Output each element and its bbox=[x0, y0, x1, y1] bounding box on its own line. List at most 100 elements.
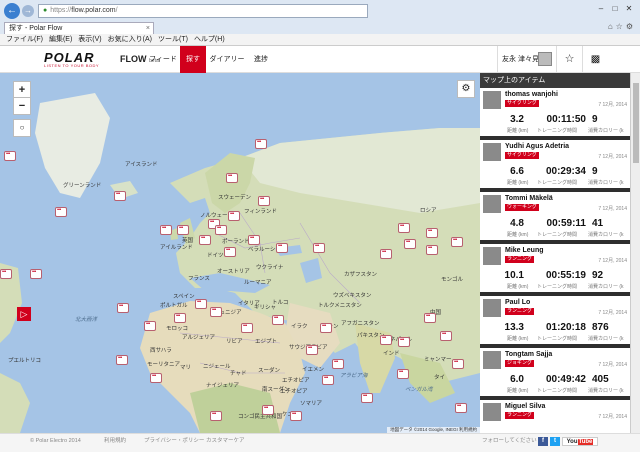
menu-edit[interactable]: 編集(E) bbox=[46, 34, 75, 46]
support-link[interactable]: カスタマーケア bbox=[206, 434, 245, 449]
messages-icon[interactable]: ▩ bbox=[582, 46, 608, 73]
twitter-icon[interactable]: t bbox=[550, 437, 560, 446]
nav-feed[interactable]: フィード bbox=[148, 46, 178, 73]
favorites-star-icon[interactable]: ☆ bbox=[556, 46, 582, 73]
user-menu[interactable]: 友永 津々見 bbox=[497, 46, 555, 73]
menu-file[interactable]: ファイル(F) bbox=[0, 34, 46, 46]
activity-marker[interactable] bbox=[226, 173, 238, 183]
activity-marker[interactable] bbox=[451, 237, 463, 247]
activity-card[interactable]: thomas wanjohi サイクリング 7 12月, 2014 3.2 00… bbox=[480, 88, 630, 140]
favorites-star-icon[interactable]: ☆ bbox=[616, 22, 626, 31]
locate-icon[interactable]: ○ bbox=[13, 119, 31, 137]
activity-marker[interactable] bbox=[144, 321, 156, 331]
nav-progress[interactable]: 進捗 bbox=[248, 46, 274, 73]
address-bar[interactable]: ● https://flow.polar.com/ bbox=[38, 4, 368, 18]
maximize-icon[interactable]: □ bbox=[608, 3, 622, 15]
nav-explore[interactable]: 探す bbox=[180, 46, 206, 73]
activity-marker[interactable] bbox=[248, 235, 260, 245]
forward-button[interactable]: → bbox=[22, 5, 34, 17]
activity-marker[interactable] bbox=[177, 225, 189, 235]
activity-marker[interactable] bbox=[398, 337, 410, 347]
activity-marker[interactable] bbox=[361, 393, 373, 403]
activity-user-name[interactable]: Mike Leung bbox=[505, 247, 544, 254]
activity-marker[interactable] bbox=[116, 355, 128, 365]
running-activity-icon[interactable]: ▷ bbox=[17, 307, 31, 321]
activity-user-name[interactable]: thomas wanjohi bbox=[505, 91, 558, 98]
map[interactable]: + − ○ ⚙ グリーンランド アイスランド スウェーデン フィンランド ノルウ… bbox=[0, 73, 480, 433]
activity-marker[interactable] bbox=[452, 359, 464, 369]
activity-card[interactable]: Yudhi Agus Adetria サイクリング 7 12月, 2014 6.… bbox=[480, 140, 630, 192]
menu-view[interactable]: 表示(V) bbox=[75, 34, 104, 46]
menu-tools[interactable]: ツール(T) bbox=[155, 34, 191, 46]
scrollbar-thumb[interactable] bbox=[633, 83, 639, 163]
activity-marker[interactable] bbox=[228, 211, 240, 221]
privacy-link[interactable]: プライバシー・ポリシー bbox=[144, 434, 204, 449]
activity-marker[interactable] bbox=[30, 269, 42, 279]
activity-marker[interactable] bbox=[114, 191, 126, 201]
activity-card[interactable]: Mike Leung ランニング 7 12月, 2014 10.1 00:55:… bbox=[480, 244, 630, 296]
activity-marker[interactable] bbox=[276, 243, 288, 253]
activity-user-name[interactable]: Miguel Silva bbox=[505, 403, 545, 410]
activity-marker[interactable] bbox=[224, 247, 236, 257]
activity-user-name[interactable]: Paul Lo bbox=[505, 299, 530, 306]
activity-marker[interactable] bbox=[0, 269, 12, 279]
activity-marker[interactable] bbox=[398, 223, 410, 233]
activity-marker[interactable] bbox=[160, 225, 172, 235]
activity-marker[interactable] bbox=[241, 323, 253, 333]
activity-card[interactable]: Miguel Silva ランニング 7 12月, 2014 bbox=[480, 400, 630, 433]
activity-marker[interactable] bbox=[262, 405, 274, 415]
sidebar-scrollbar[interactable] bbox=[630, 73, 640, 433]
activity-marker[interactable] bbox=[440, 331, 452, 341]
activity-user-name[interactable]: Yudhi Agus Adetria bbox=[505, 143, 569, 150]
activity-card[interactable]: Tongtam Sajja ジョギング 7 12月, 2014 6.0 00:4… bbox=[480, 348, 630, 400]
activity-marker[interactable] bbox=[455, 403, 467, 413]
browser-tab[interactable]: 探す - Polar Flow × bbox=[4, 22, 154, 34]
activity-marker[interactable] bbox=[150, 373, 162, 383]
nav-diary[interactable]: ダイアリー bbox=[208, 46, 246, 73]
activity-marker[interactable] bbox=[215, 225, 227, 235]
activity-marker[interactable] bbox=[258, 196, 270, 206]
activity-marker[interactable] bbox=[426, 245, 438, 255]
tools-gear-icon[interactable]: ⚙ bbox=[626, 22, 636, 31]
activity-marker[interactable] bbox=[199, 235, 211, 245]
activity-marker[interactable] bbox=[426, 228, 438, 238]
menu-favorites[interactable]: お気に入り(A) bbox=[105, 34, 155, 46]
map-settings-icon[interactable]: ⚙ bbox=[457, 80, 475, 98]
activity-marker[interactable] bbox=[306, 345, 318, 355]
tab-close-icon[interactable]: × bbox=[146, 23, 150, 34]
activity-marker[interactable] bbox=[55, 207, 67, 217]
activity-marker[interactable] bbox=[320, 323, 332, 333]
activity-card[interactable]: Tommi Mäkelä ウォーキング 7 12月, 2014 4.8 00:5… bbox=[480, 192, 630, 244]
home-icon[interactable]: ⌂ bbox=[608, 22, 616, 31]
minimize-icon[interactable]: – bbox=[594, 3, 608, 15]
activity-card[interactable]: Paul Lo ランニング 7 12月, 2014 13.3 01:20:18 … bbox=[480, 296, 630, 348]
polar-logo[interactable]: POLAR LISTEN TO YOUR BODY bbox=[6, 50, 110, 70]
activity-user-name[interactable]: Tommi Mäkelä bbox=[505, 195, 553, 202]
menu-help[interactable]: ヘルプ(H) bbox=[191, 34, 228, 46]
back-button[interactable]: ← bbox=[4, 3, 20, 19]
activity-marker[interactable] bbox=[380, 335, 392, 345]
activity-date: 7 12月, 2014 bbox=[598, 310, 627, 316]
activity-marker[interactable] bbox=[290, 411, 302, 421]
close-icon[interactable]: ✕ bbox=[622, 3, 636, 15]
activity-marker[interactable] bbox=[322, 375, 334, 385]
activity-marker[interactable] bbox=[313, 243, 325, 253]
activity-marker[interactable] bbox=[380, 249, 392, 259]
facebook-icon[interactable]: f bbox=[538, 437, 548, 446]
activity-user-name[interactable]: Tongtam Sajja bbox=[505, 351, 552, 358]
activity-marker[interactable] bbox=[272, 315, 284, 325]
activity-marker[interactable] bbox=[210, 307, 222, 317]
youtube-icon[interactable]: YouTube bbox=[562, 437, 598, 446]
activity-marker[interactable] bbox=[255, 139, 267, 149]
activity-marker[interactable] bbox=[332, 359, 344, 369]
terms-link[interactable]: 利用規約 bbox=[104, 434, 126, 449]
activity-marker[interactable] bbox=[397, 369, 409, 379]
activity-marker[interactable] bbox=[174, 313, 186, 323]
activity-marker[interactable] bbox=[210, 411, 222, 421]
activity-marker[interactable] bbox=[404, 239, 416, 249]
activity-marker[interactable] bbox=[4, 151, 16, 161]
zoom-out-button[interactable]: − bbox=[13, 97, 31, 115]
activity-marker[interactable] bbox=[424, 313, 436, 323]
activity-marker[interactable] bbox=[195, 299, 207, 309]
activity-marker[interactable] bbox=[117, 303, 129, 313]
